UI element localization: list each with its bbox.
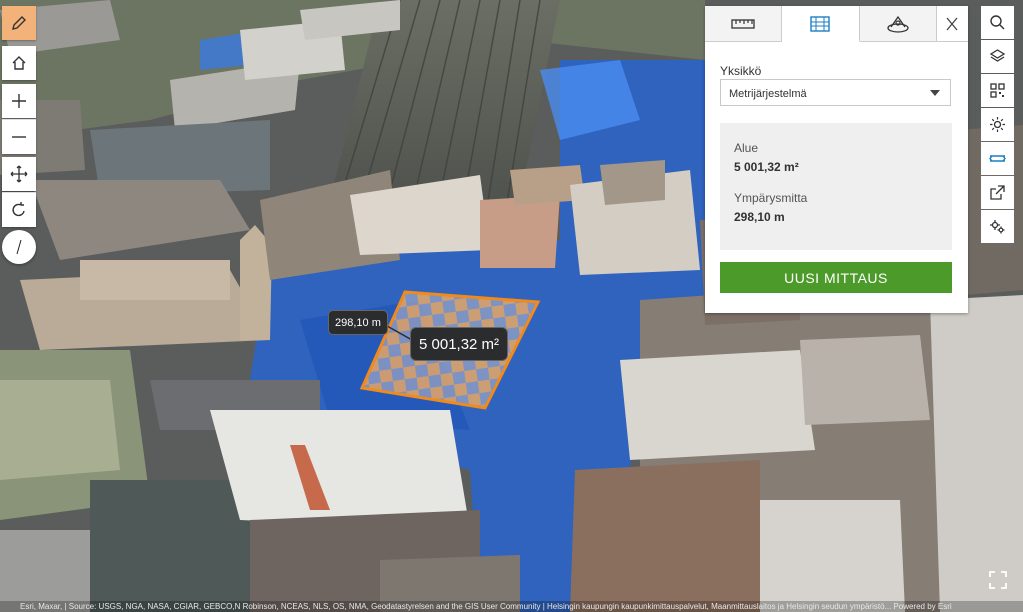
fullscreen-icon[interactable]	[988, 570, 1008, 590]
measure-icon	[989, 155, 1006, 162]
layers-icon	[989, 49, 1006, 62]
settings-icon	[990, 220, 1005, 234]
sun-icon	[990, 117, 1005, 132]
close-panel-button[interactable]	[936, 6, 968, 41]
home-button[interactable]	[2, 46, 36, 80]
map-attribution: Esri, Maxar, | Source: USGS, NGA, NASA, …	[0, 601, 1023, 612]
pan-button[interactable]	[2, 157, 36, 191]
measure-button[interactable]	[981, 142, 1014, 175]
compass-button[interactable]	[2, 230, 36, 264]
pencil-icon	[12, 16, 26, 30]
tab-area[interactable]	[782, 6, 860, 42]
measurement-results: Alue 5 001,32 m² Ympärysmitta 298,10 m	[720, 123, 952, 250]
new-measurement-button[interactable]: UUSI MITTAUS	[720, 262, 952, 293]
sketch-tool-button[interactable]	[2, 6, 36, 40]
qr-button[interactable]	[981, 74, 1014, 107]
zoom-out-icon	[12, 136, 26, 138]
search-button[interactable]	[981, 6, 1014, 39]
close-icon	[946, 17, 958, 30]
rotate-icon	[12, 202, 25, 217]
measurement-panel: Yksikkö Metrijärjestelmä Alue 5 001,32 m…	[705, 6, 968, 313]
measurement-tabs	[705, 6, 968, 42]
tab-elevation[interactable]	[859, 6, 937, 41]
area-measure-icon	[810, 15, 831, 32]
elevation-icon	[887, 15, 909, 33]
unit-label: Yksikkö	[720, 64, 762, 78]
search-icon	[990, 15, 1005, 30]
zoom-out-button[interactable]	[2, 119, 36, 154]
home-icon	[12, 56, 26, 70]
compass-icon	[16, 239, 22, 255]
layers-button[interactable]	[981, 40, 1014, 73]
perimeter-value: 298,10 m	[734, 210, 785, 224]
pan-icon	[10, 165, 28, 183]
unit-select-value: Metrijärjestelmä	[729, 88, 807, 100]
rotate-button[interactable]	[2, 192, 36, 227]
settings-button[interactable]	[981, 210, 1014, 243]
tab-distance[interactable]	[705, 6, 783, 41]
zoom-in-button[interactable]	[2, 84, 36, 118]
daylight-button[interactable]	[981, 108, 1014, 141]
unit-select[interactable]: Metrijärjestelmä	[720, 79, 951, 106]
zoom-in-icon	[12, 94, 26, 108]
perimeter-map-label: 298,10 m	[328, 310, 388, 335]
share-button[interactable]	[981, 176, 1014, 209]
share-icon	[990, 185, 1005, 200]
area-label: Alue	[734, 141, 759, 155]
perimeter-label: Ympärysmitta	[734, 191, 808, 205]
qr-icon	[990, 83, 1005, 98]
ruler-icon	[731, 18, 755, 29]
area-value: 5 001,32 m²	[734, 160, 799, 174]
area-map-label: 5 001,32 m²	[410, 327, 509, 361]
chevron-down-icon	[930, 90, 940, 96]
